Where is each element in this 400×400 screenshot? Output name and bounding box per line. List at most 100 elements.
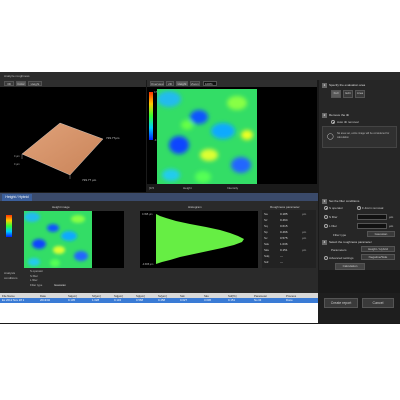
table-cell: Ex 2012 Nov 28 1 [2, 298, 25, 303]
calculation-label: Calculation [342, 264, 358, 268]
height-button[interactable]: Height [28, 81, 42, 86]
table-header-cell[interactable]: Sz[µm] [92, 294, 101, 298]
roughness-param-row: Sdq --- [264, 254, 314, 259]
condition-row: Filter type Gaussian [30, 283, 70, 287]
table-header-cell[interactable]: Sdr[%] [228, 294, 236, 298]
results-table: File Name Date Sa[µm] Sz[µm] Sq[µm] Sp[µm] Sv[… [0, 293, 318, 323]
footer-intensity-label[interactable]: Intensity [227, 186, 238, 191]
eval-area-button[interactable]: Area [355, 90, 365, 98]
axis-label-x: 729.77 µm [82, 178, 97, 182]
table-header-cell[interactable]: File Name [2, 294, 15, 298]
param-name: Sp [264, 230, 268, 234]
table-cell: 0.027 [180, 298, 187, 303]
param-value: 0.466 [280, 230, 288, 234]
s-filter-label: S filter [329, 214, 338, 219]
step-4-number: 4 [322, 240, 327, 245]
s-operator-radio[interactable] [324, 206, 328, 210]
table-cell: No tilt [254, 298, 262, 303]
eval-full-label: Full [333, 91, 339, 95]
l-filter-input[interactable] [357, 223, 387, 229]
conditions-label: conditions [4, 276, 18, 280]
table-cell: Done [286, 298, 293, 303]
view-3d[interactable]: 3D Color Height 729.77µm 729.77 µm 0 µm … [0, 80, 146, 192]
view-2d-footer: [0.5 Height Intensity [147, 184, 317, 192]
table-header-cell[interactable]: Sv[µm] [158, 294, 167, 298]
table-header-cell[interactable]: Sa[µm] [68, 294, 77, 298]
height-image-title: Height image [52, 205, 70, 209]
create-report-button[interactable]: Create report [324, 298, 358, 308]
table-header-cell[interactable]: Process [286, 294, 296, 298]
zoom-value: 100% [205, 82, 213, 86]
calculation-button[interactable]: Calculation [335, 263, 365, 270]
tilt-note: No area set, entire image will be consid… [337, 132, 390, 139]
auto-tilt-label: Auto tilt removal [337, 119, 359, 124]
l-filter-checkbox[interactable] [324, 224, 328, 228]
s-filter-checkbox[interactable] [324, 215, 328, 219]
param-unit: µm [302, 230, 307, 234]
table-header-cell[interactable]: Parameter [254, 294, 267, 298]
filter-type-select[interactable]: Gaussian [367, 231, 395, 237]
zoom-button[interactable]: Zoom [190, 81, 200, 86]
lightbulb-icon: ◯ [327, 134, 334, 140]
table-header-cell[interactable]: Ssk [180, 294, 185, 298]
eval-area-label: Area [356, 91, 364, 95]
table-header-cell[interactable]: Sp[µm] [136, 294, 145, 298]
step-4-title: Select the roughness parameter [329, 240, 372, 244]
param-value: 0.185 [280, 212, 288, 216]
height-map[interactable] [157, 89, 257, 185]
l-filter-label: L filter [329, 223, 338, 228]
roughness-param-row: Sp 0.466 µm [264, 230, 314, 235]
title-bar: Analyze roughness [0, 72, 400, 80]
table-header-cell[interactable]: Sq[µm] [114, 294, 123, 298]
window-title: Analyze roughness [4, 73, 30, 78]
cancel-button[interactable]: Cancel [362, 298, 394, 308]
s-filter-input[interactable] [357, 214, 387, 220]
s-operator-label: S operator [329, 205, 344, 210]
auto-tilt-radio[interactable] [331, 120, 335, 124]
roughness-param-row: Sa 0.185 µm [264, 212, 314, 217]
param-value: 1.036 [280, 242, 288, 246]
eval-edit-label: Edit [345, 91, 351, 95]
roughness-param-row: Sdr --- [264, 260, 314, 265]
condition-row: S operator [30, 269, 70, 273]
color-button[interactable]: Color [16, 81, 26, 86]
step-2-title: Remove the tilt [329, 113, 350, 117]
height-hybrid-tab[interactable]: Height / Hybrid [2, 194, 32, 201]
advanced-settings-select[interactable]: Negative/Side [361, 254, 395, 260]
param-unit: µm [302, 212, 307, 216]
table-row[interactable]: Ex 2012 Nov 28 1 2013/02 0.105 1.028 0.134 0.… [0, 298, 318, 303]
view-2d[interactable]: Overview 2D Height Zoom 100% 0.5 µm -0.5… [147, 80, 317, 192]
advanced-settings-label: Advanced settings [329, 255, 354, 260]
advanced-settings-checkbox[interactable] [324, 256, 328, 260]
results-tab-bar: Height / Hybrid [0, 193, 318, 201]
mini-color-scale [6, 215, 12, 237]
footer-height-label[interactable]: Height [183, 186, 192, 191]
zoom-field[interactable]: 100% [203, 81, 217, 86]
filter-type-label: Filter type [333, 232, 347, 237]
param-name: Sdr [264, 260, 269, 264]
param-unit: µm [302, 236, 307, 240]
height-mode-button[interactable]: Height [176, 81, 188, 86]
param-value: 0.464 [280, 218, 288, 222]
hist-top-label: 0.395 µm [142, 213, 153, 216]
parameters-select[interactable]: Height / Hybrid [361, 246, 395, 252]
overview-button[interactable]: Overview [150, 81, 164, 86]
eval-full-button[interactable]: Full [331, 90, 341, 98]
view-2d-button[interactable]: 2D [166, 81, 174, 86]
table-cell: 0.568 [136, 298, 143, 303]
histogram-plot: 0.395 µm -0.395 µm [140, 211, 258, 268]
z-label-left: 0 µm [14, 155, 20, 158]
l-filter-unit: µm [389, 223, 394, 228]
eval-edit-button[interactable]: Edit [343, 90, 353, 98]
surface-3d-plot [21, 122, 104, 179]
param-value: 0.615 [280, 224, 288, 228]
roughness-param-row: Sz 0.464 [264, 218, 314, 223]
surface-plane [21, 122, 104, 176]
view-3d-button[interactable]: 3D [4, 81, 14, 86]
param-name: Sdq [264, 254, 270, 258]
table-header-cell[interactable]: Date [40, 294, 46, 298]
table-header-cell[interactable]: Sku [204, 294, 209, 298]
form-removal-radio[interactable] [357, 206, 361, 210]
param-name: Sv [264, 236, 268, 240]
param-name: Sz [264, 218, 268, 222]
